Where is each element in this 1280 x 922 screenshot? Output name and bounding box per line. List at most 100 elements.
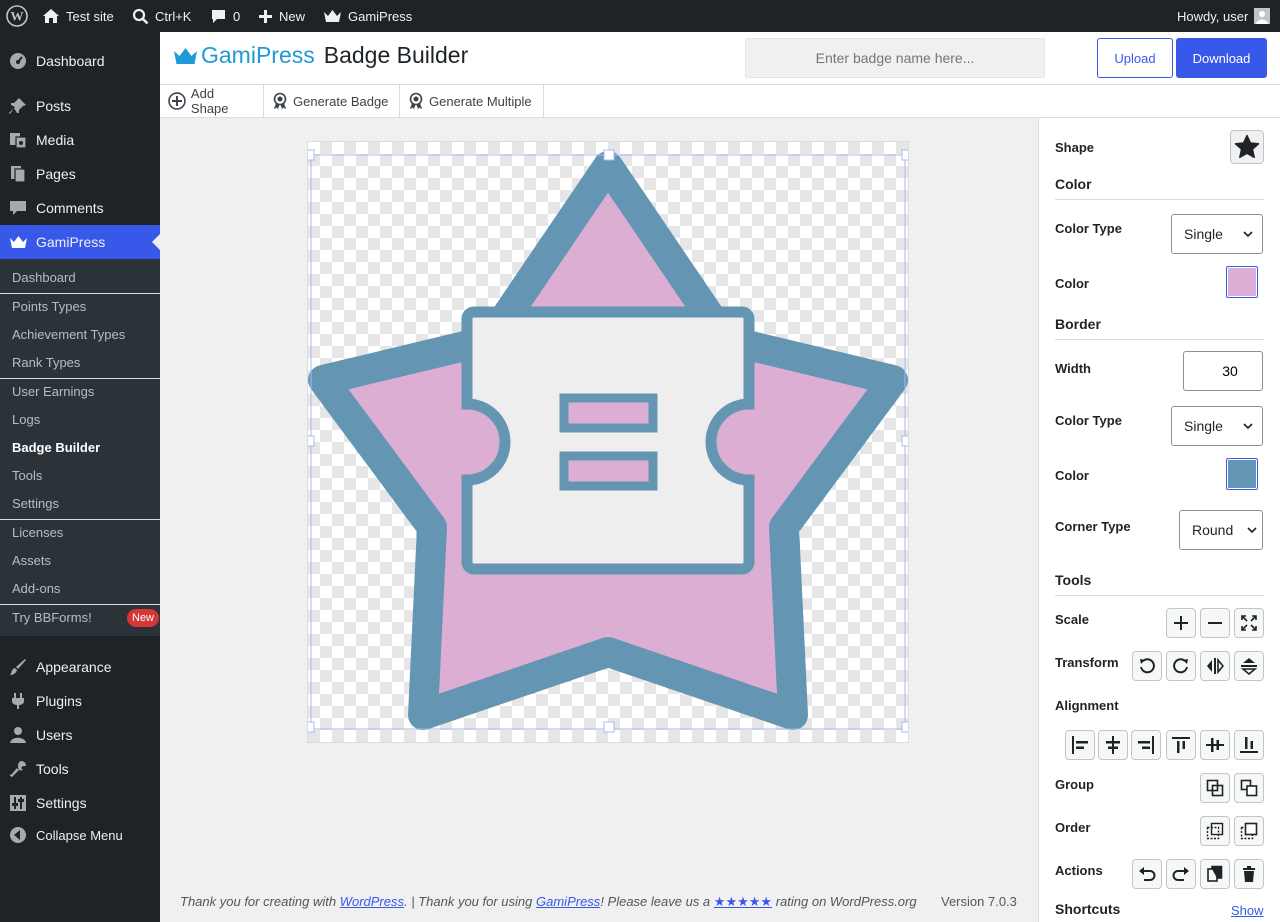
submenu-item-rank-types[interactable]: Rank Types <box>12 353 80 373</box>
sidebar-item-gamipress[interactable]: GamiPress <box>0 225 160 259</box>
download-button[interactable]: Download <box>1176 38 1267 78</box>
actions-label: Actions <box>1055 863 1103 878</box>
badge-canvas[interactable] <box>307 141 909 743</box>
submenu-item-try-bbforms[interactable]: Try BBForms! <box>12 608 92 628</box>
ticket-shape[interactable] <box>461 306 755 575</box>
plus-icon <box>1174 616 1188 630</box>
sidebar-item-plugins[interactable]: Plugins <box>0 684 160 718</box>
sidebar-item-appearance[interactable]: Appearance <box>0 650 160 684</box>
submenu-item-user-earnings[interactable]: User Earnings <box>12 382 94 402</box>
sidebar-item-pages[interactable]: Pages <box>0 157 160 191</box>
collapse-menu-button[interactable]: Collapse Menu <box>0 818 160 852</box>
sidebar-item-tools[interactable]: Tools <box>0 752 160 786</box>
minus-icon <box>1208 622 1222 624</box>
sidebar-item-label: Plugins <box>36 693 82 709</box>
site-name-link[interactable]: Test site <box>42 0 114 32</box>
rotate-right-button[interactable] <box>1166 651 1196 681</box>
flip-vertical-icon <box>1240 658 1258 675</box>
scale-fit-button[interactable] <box>1234 608 1264 638</box>
admin-bar: W Test site Ctrl+K 0 New GamiPress Howdy… <box>0 0 1280 32</box>
sidebar-item-label: Comments <box>36 200 104 216</box>
rating-stars-link[interactable]: ★★★★★ <box>714 894 772 909</box>
delete-button[interactable] <box>1234 859 1264 889</box>
flip-horizontal-button[interactable] <box>1200 651 1230 681</box>
color-type-select[interactable]: Single <box>1171 214 1263 254</box>
wordpress-link[interactable]: WordPress <box>340 894 404 909</box>
border-width-input[interactable] <box>1183 351 1263 391</box>
submenu-item-points-types[interactable]: Points Types <box>12 297 86 317</box>
align-center-v-button[interactable] <box>1200 730 1230 760</box>
upload-button[interactable]: Upload <box>1097 38 1173 78</box>
submenu-item-tools[interactable]: Tools <box>12 466 42 486</box>
align-left-button[interactable] <box>1065 730 1095 760</box>
submenu-item-licenses[interactable]: Licenses <box>12 523 63 543</box>
undo-button[interactable] <box>1132 859 1162 889</box>
bring-forward-button[interactable] <box>1234 816 1264 846</box>
corner-type-select[interactable]: Round <box>1179 510 1263 550</box>
shape-picker-button[interactable] <box>1230 130 1264 164</box>
my-account-link[interactable]: Howdy, user <box>1177 0 1271 32</box>
border-color-swatch[interactable] <box>1226 458 1258 490</box>
generate-badge-button[interactable]: Generate Badge <box>264 85 400 117</box>
generate-multiple-button[interactable]: Generate Multiple <box>400 85 544 117</box>
page-title-text: Badge Builder <box>323 42 469 68</box>
scale-down-button[interactable] <box>1200 608 1230 638</box>
fill-color-preview <box>1228 268 1256 296</box>
expand-icon <box>1241 615 1257 631</box>
gamipress-submenu: Dashboard Points Types Achievement Types… <box>0 259 160 636</box>
submenu-item-dashboard[interactable]: Dashboard <box>12 268 76 288</box>
redo-button[interactable] <box>1166 859 1196 889</box>
transform-label: Transform <box>1055 655 1119 670</box>
submenu-item-achievement-types[interactable]: Achievement Types <box>12 325 125 345</box>
trash-icon <box>1243 866 1255 882</box>
alignment-label: Alignment <box>1055 698 1119 713</box>
order-label: Order <box>1055 820 1091 835</box>
sidebar-item-users[interactable]: Users <box>0 718 160 752</box>
sidebar-item-media[interactable]: Media <box>0 123 160 157</box>
submenu-item-badge-builder[interactable]: Badge Builder <box>12 438 100 458</box>
flip-vertical-button[interactable] <box>1234 651 1264 681</box>
align-top-icon <box>1172 737 1190 753</box>
color-section-title: Color <box>1055 176 1264 200</box>
border-color-type-select[interactable]: Single <box>1171 406 1263 446</box>
group-button[interactable] <box>1200 773 1230 803</box>
bar-shape-bottom[interactable] <box>559 451 658 491</box>
gamipress-adminbar-link[interactable]: GamiPress <box>323 0 412 32</box>
sidebar-item-dashboard[interactable]: Dashboard <box>0 44 160 78</box>
submenu-item-logs[interactable]: Logs <box>12 410 40 430</box>
gamipress-link[interactable]: GamiPress <box>536 894 600 909</box>
send-backward-button[interactable] <box>1200 816 1230 846</box>
sidebar-item-comments[interactable]: Comments <box>0 191 160 225</box>
sidebar-item-posts[interactable]: Posts <box>0 89 160 123</box>
svg-text:W: W <box>11 9 24 24</box>
align-center-h-button[interactable] <box>1098 730 1128 760</box>
wordpress-logo-icon[interactable]: W <box>6 0 28 32</box>
duplicate-button[interactable] <box>1200 859 1230 889</box>
plug-icon <box>12 693 24 709</box>
sidebar-item-settings[interactable]: Settings <box>0 786 160 820</box>
comments-link[interactable]: 0 <box>210 0 240 32</box>
generate-multiple-label: Generate Multiple <box>429 93 532 109</box>
submenu-item-settings[interactable]: Settings <box>12 494 59 514</box>
submenu-item-add-ons[interactable]: Add-ons <box>12 579 60 599</box>
rotate-left-button[interactable] <box>1132 651 1162 681</box>
search-shortcut-link[interactable]: Ctrl+K <box>132 0 191 32</box>
bring-forward-icon <box>1240 822 1258 840</box>
wrench-icon <box>10 761 26 777</box>
submenu-item-assets[interactable]: Assets <box>12 551 51 571</box>
current-menu-arrow <box>152 234 160 250</box>
shortcuts-show-link[interactable]: Show <box>1231 903 1264 918</box>
badge-name-input[interactable] <box>745 38 1045 78</box>
align-bottom-button[interactable] <box>1234 730 1264 760</box>
add-shape-button[interactable]: Add Shape <box>160 85 264 117</box>
align-top-button[interactable] <box>1166 730 1196 760</box>
fill-color-swatch[interactable] <box>1226 266 1258 298</box>
ungroup-button[interactable] <box>1234 773 1264 803</box>
group-label: Group <box>1055 777 1094 792</box>
bar-shape-top[interactable] <box>559 393 658 433</box>
align-right-button[interactable] <box>1131 730 1161 760</box>
scale-up-button[interactable] <box>1166 608 1196 638</box>
page-title: GamiPress Badge Builder <box>173 42 468 69</box>
gamipress-label: GamiPress <box>348 8 413 24</box>
new-content-link[interactable]: New <box>258 0 305 32</box>
